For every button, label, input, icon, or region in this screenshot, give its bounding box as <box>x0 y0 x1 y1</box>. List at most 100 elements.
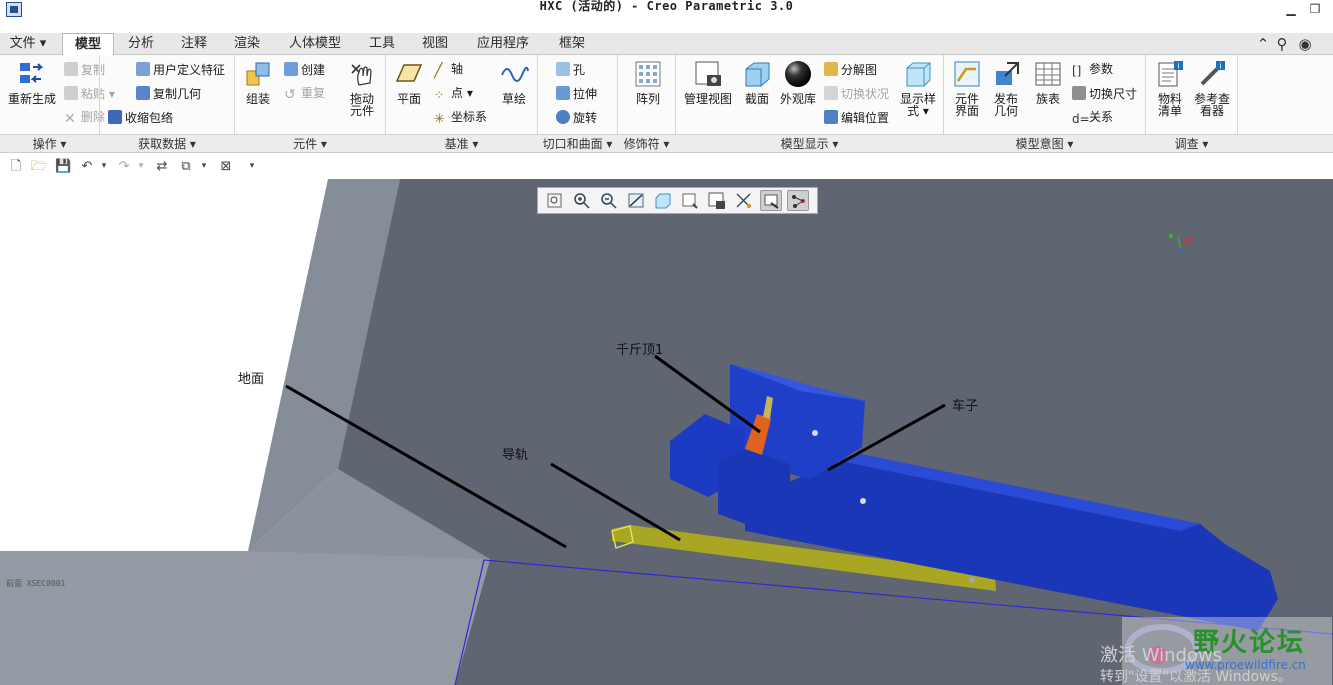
view-manager-icon[interactable] <box>706 190 728 211</box>
section-icon <box>745 62 770 87</box>
repaint-icon[interactable] <box>625 190 647 211</box>
pattern-button[interactable]: 阵列 <box>628 59 668 105</box>
datum-display-filters-icon[interactable] <box>760 190 782 211</box>
regenerate-button[interactable]: 重新生成 <box>4 59 60 105</box>
restore-icon[interactable]: ❐ <box>1308 2 1322 16</box>
display-style-view-icon[interactable] <box>652 190 674 211</box>
toggle-status-icon <box>824 86 838 100</box>
group-cut-surface[interactable]: 切口和曲面 ▾ <box>538 135 617 153</box>
parameters-button[interactable]: [] 参数 <box>1072 62 1113 78</box>
group-model-display[interactable]: 模型显示 ▾ <box>676 135 943 153</box>
manage-views-button[interactable]: 管理视图 <box>682 59 734 105</box>
revolve-button[interactable]: 旋转 <box>556 110 597 125</box>
shrinkwrap-button[interactable]: 收缩包络 <box>108 110 173 125</box>
new-file-icon[interactable]: 🗋 <box>8 159 24 174</box>
plane-button[interactable]: 平面 <box>391 59 427 105</box>
group-get-data[interactable]: 获取数据 ▾ <box>100 135 234 153</box>
model-scene[interactable] <box>0 179 1333 685</box>
redo-icon[interactable]: ↷ <box>116 159 132 174</box>
create-button[interactable]: 创建 <box>284 62 325 77</box>
reference-viewer-button[interactable]: i 参考查 看器 <box>1190 59 1234 117</box>
redo-dropdown-icon[interactable]: ▾ <box>133 159 149 174</box>
axis-label: 轴 <box>451 62 464 76</box>
udf-icon <box>136 62 150 76</box>
group-datum[interactable]: 基准 ▾ <box>386 135 537 153</box>
paste-button[interactable]: 粘贴 ▾ <box>64 86 115 101</box>
sketch-label: 草绘 <box>501 92 526 106</box>
tab-render[interactable]: 渲染 <box>224 33 270 55</box>
edit-position-label: 编辑位置 <box>841 111 890 125</box>
windows-dropdown-icon[interactable]: ▾ <box>196 159 212 174</box>
publish-geometry-button[interactable]: 发布 几何 <box>988 59 1024 117</box>
group-modifier[interactable]: 修饰符 ▾ <box>618 135 675 153</box>
tab-annotate[interactable]: 注释 <box>171 33 217 55</box>
display-style-button[interactable]: 显示样 式 ▾ <box>898 59 938 117</box>
udf-button[interactable]: 用户定义特征 <box>136 62 225 77</box>
tab-manikin[interactable]: 人体模型 <box>278 33 352 55</box>
exploded-view-button[interactable]: 分解图 <box>824 62 877 77</box>
save-icon[interactable]: 💾 <box>55 159 71 174</box>
close-window-icon[interactable]: ⊠ <box>218 159 234 174</box>
graphics-window[interactable]: 地面 导轨 千斤顶1 车子 前面 XSEC0001 野火论坛 www.proew… <box>0 179 1333 685</box>
edit-position-button[interactable]: 编辑位置 <box>824 110 889 125</box>
help-icon[interactable]: ◉ <box>1296 35 1314 53</box>
tab-analysis[interactable]: 分析 <box>118 33 164 55</box>
toggle-status-button[interactable]: 切换状况 <box>824 86 889 101</box>
family-table-label: 族表 <box>1035 92 1060 106</box>
create-icon <box>284 62 298 76</box>
repeat-button[interactable]: ↺ 重复 <box>284 86 325 102</box>
tab-tools[interactable]: 工具 <box>359 33 405 55</box>
hole-button[interactable]: 孔 <box>556 62 585 77</box>
group-model-intent[interactable]: 模型意图 ▾ <box>944 135 1145 153</box>
refit-icon[interactable] <box>544 190 566 211</box>
zoom-in-icon[interactable] <box>571 190 593 211</box>
switch-dimensions-button[interactable]: 切换尺寸 <box>1072 86 1137 101</box>
axis-button[interactable]: ╱ 轴 <box>434 62 463 78</box>
customize-toolbar-icon[interactable]: ▾ <box>244 159 260 174</box>
minimize-icon[interactable]: ▁ <box>1284 2 1298 16</box>
group-investigate[interactable]: 调查 ▾ <box>1146 135 1237 153</box>
ribbon-group-labels: 操作 ▾ 获取数据 ▾ 元件 ▾ 基准 ▾ 切口和曲面 ▾ 修饰符 ▾ 模型显示… <box>0 134 1333 153</box>
tab-view[interactable]: 视图 <box>412 33 458 55</box>
assemble-button[interactable]: 组装 <box>240 59 276 105</box>
search-icon[interactable]: ⚲ <box>1273 35 1291 53</box>
title-bar: HXC (活动的) - Creo Parametric 3.0 ▁ ❐ <box>0 0 1333 20</box>
tab-model[interactable]: 模型 <box>62 33 114 56</box>
point-button[interactable]: ⁘ 点 ▾ <box>434 86 473 102</box>
car-hole-3 <box>969 577 975 583</box>
perspective-icon[interactable] <box>733 190 755 211</box>
appearance-label: 外观库 <box>779 92 816 106</box>
collapse-ribbon-icon[interactable]: ⌃ <box>1254 35 1272 53</box>
annotation-display-icon[interactable] <box>787 190 809 211</box>
bom-button[interactable]: i 物料 清单 <box>1152 59 1188 117</box>
tab-applications[interactable]: 应用程序 <box>466 33 540 55</box>
regenerate-small-icon[interactable]: ⇄ <box>154 159 170 174</box>
tab-framework[interactable]: 框架 <box>548 33 596 55</box>
windows-icon[interactable]: ⧉ <box>178 159 194 174</box>
drag-components-button[interactable]: 拖动 元件 <box>344 59 380 117</box>
assemble-label: 组装 <box>245 92 270 106</box>
undo-icon[interactable]: ↶ <box>79 159 95 174</box>
tab-file[interactable]: 文件 ▾ <box>4 33 52 55</box>
csys-button[interactable]: ✳ 坐标系 <box>434 110 487 127</box>
zoom-out-icon[interactable] <box>598 190 620 211</box>
family-table-button[interactable]: 族表 <box>1030 59 1066 105</box>
undo-dropdown-icon[interactable]: ▾ <box>96 159 112 174</box>
open-folder-icon[interactable]: 🗁 <box>31 159 47 174</box>
manage-views-icon <box>695 61 721 86</box>
section-button[interactable]: 截面 <box>740 59 774 105</box>
component-interface-button[interactable]: 元件 界面 <box>948 59 986 117</box>
relations-button[interactable]: d=关系 <box>1072 110 1113 126</box>
sketch-button[interactable]: 草绘 <box>496 59 532 105</box>
copy-geometry-label: 复制几何 <box>153 87 202 101</box>
window-title: HXC (活动的) - Creo Parametric 3.0 <box>539 0 794 13</box>
component-interface-label-2: 界面 <box>954 104 979 118</box>
group-component[interactable]: 元件 ▾ <box>235 135 385 153</box>
drag-label-2: 元件 <box>349 104 374 118</box>
copy-geometry-button[interactable]: 复制几何 <box>136 86 201 101</box>
group-operations[interactable]: 操作 ▾ <box>0 135 99 153</box>
saved-orientations-icon[interactable] <box>679 190 701 211</box>
graphics-toolbar <box>537 187 818 214</box>
extrude-button[interactable]: 拉伸 <box>556 86 597 101</box>
appearance-gallery-button[interactable]: 外观库 <box>778 59 818 105</box>
